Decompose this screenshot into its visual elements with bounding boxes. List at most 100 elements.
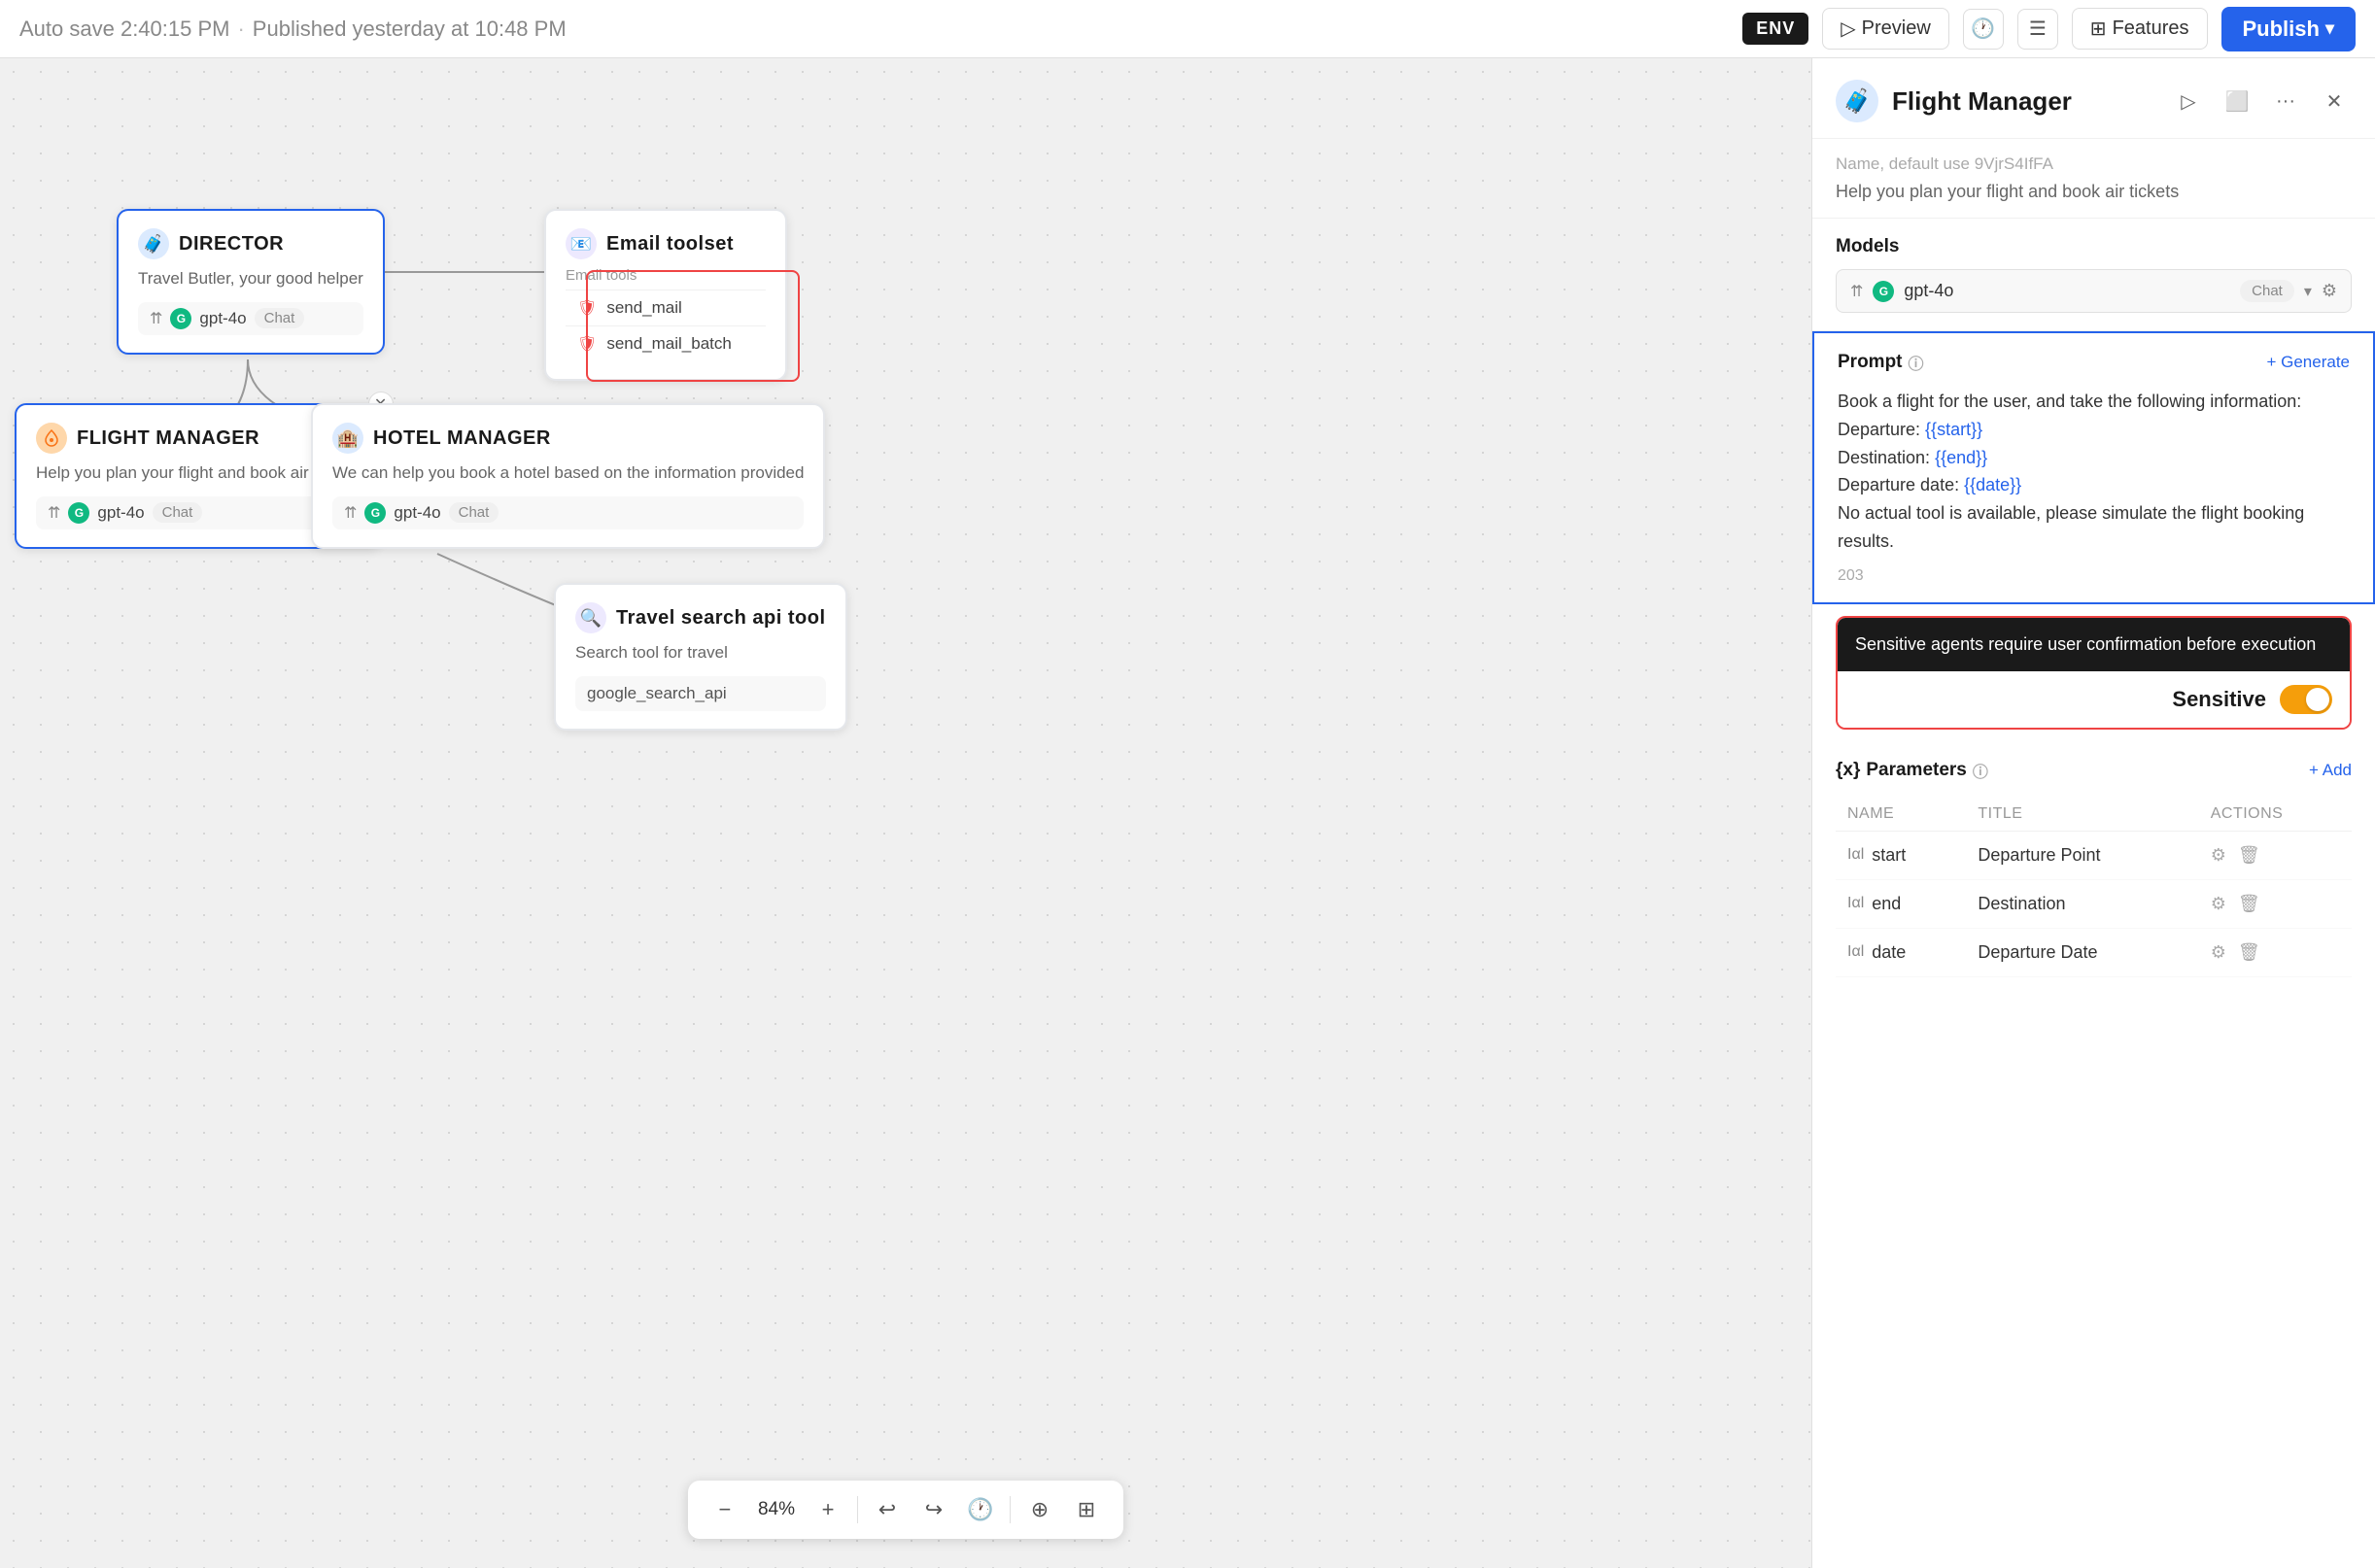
params-info-icon: ⓘ: [1973, 759, 1988, 782]
hotel-manager-node[interactable]: 🏨 HOTEL MANAGER We can help you book a h…: [311, 403, 825, 549]
canvas-toolbar: − 84% + ↩ ↪ 🕐 ⊕ ⊞: [688, 1481, 1123, 1539]
panel-more-button[interactable]: ···: [2268, 84, 2303, 119]
redo-button[interactable]: ↪: [912, 1488, 955, 1531]
prompt-info-icon: ⓘ: [1909, 351, 1924, 374]
models-section: Models ⇈ G gpt-4o Chat ▾ ⚙: [1812, 219, 2375, 331]
topbar-dot: ·: [237, 17, 244, 42]
clock-icon-button[interactable]: 🕐: [1963, 9, 2004, 50]
hotel-desc: We can help you book a hotel based on th…: [332, 461, 804, 485]
param-end-delete-icon[interactable]: 🗑: [2238, 894, 2260, 914]
param-date-delete-icon[interactable]: 🗑: [2238, 942, 2260, 963]
director-model-icon: G: [170, 308, 191, 329]
param-start-delete-icon[interactable]: 🗑: [2238, 845, 2260, 866]
params-header: {x} Parameters ⓘ + Add: [1836, 759, 2352, 782]
director-desc: Travel Butler, your good helper: [138, 267, 363, 290]
panel-meta-desc: Help you plan your flight and book air t…: [1836, 182, 2352, 202]
param-date-name: Iαl date: [1836, 928, 1966, 976]
travel-header: 🔍 Travel search api tool: [575, 602, 826, 633]
prompt-var-date: {{date}}: [1964, 475, 2021, 494]
param-start-settings-icon[interactable]: ⚙: [2211, 845, 2226, 866]
params-title: {x} Parameters ⓘ: [1836, 759, 1988, 782]
toolbar-divider-1: [857, 1496, 858, 1523]
add-node-button[interactable]: ⊕: [1018, 1488, 1061, 1531]
flight-model-icon: G: [68, 502, 89, 524]
publish-button[interactable]: Publish ▾: [2221, 7, 2357, 51]
publish-chevron-icon: ▾: [2325, 18, 2334, 39]
prompt-text[interactable]: Book a flight for the user, and take the…: [1838, 388, 2350, 556]
preview-button[interactable]: ▷ Preview: [1822, 8, 1949, 50]
email-icon: 📧: [566, 228, 597, 259]
col-title: TITLE: [1966, 798, 2198, 832]
director-header: 🧳 DIRECTOR: [138, 228, 363, 259]
char-count: 203: [1838, 567, 2350, 585]
travel-search-node[interactable]: 🔍 Travel search api tool Search tool for…: [554, 583, 847, 731]
param-start-title: Departure Point: [1966, 831, 2198, 879]
send-mail-label: send_mail: [606, 298, 682, 318]
sensitive-tooltip: Sensitive agents require user confirmati…: [1838, 618, 2350, 671]
toggle-knob: [2306, 688, 2329, 711]
param-end-title: Destination: [1966, 879, 2198, 928]
sensitive-toggle[interactable]: ✓: [2280, 685, 2332, 714]
grid-button[interactable]: ⊞: [1065, 1488, 1108, 1531]
list-icon-button[interactable]: ☰: [2017, 9, 2058, 50]
flight-badge: Chat: [153, 502, 203, 523]
hotel-badge: Chat: [449, 502, 499, 523]
param-date-actions: ⚙ 🗑: [2199, 928, 2352, 976]
director-model-label: gpt-4o: [199, 309, 246, 328]
prompt-label: Prompt ⓘ: [1838, 351, 1924, 374]
model-select-row[interactable]: ⇈ G gpt-4o Chat ▾ ⚙: [1836, 269, 2352, 313]
flight-model-label: gpt-4o: [97, 503, 144, 523]
param-date-settings-icon[interactable]: ⚙: [2211, 942, 2226, 963]
right-panel: 🧳 Flight Manager ▷ ⬜ ··· ✕ Name, default…: [1811, 58, 2375, 1568]
hotel-title: HOTEL MANAGER: [373, 427, 551, 450]
hotel-expand-icon: ⇈: [344, 503, 357, 523]
prompt-header: Prompt ⓘ + Generate: [1838, 351, 2350, 374]
email-toolset-node[interactable]: 📧 Email toolset Email tools 🛡 send_mail …: [544, 209, 787, 381]
models-title: Models: [1836, 236, 2352, 257]
generate-button[interactable]: + Generate: [2266, 353, 2350, 372]
director-icon: 🧳: [138, 228, 169, 259]
prompt-var-start: {{start}}: [1925, 420, 1982, 439]
toolbar-divider-2: [1010, 1496, 1011, 1523]
main-area: 🧳 DIRECTOR Travel Butler, your good help…: [0, 58, 2375, 1568]
features-button[interactable]: ⊞ Features: [2072, 8, 2208, 50]
param-start-actions: ⚙ 🗑: [2199, 831, 2352, 879]
director-title: DIRECTOR: [179, 233, 284, 256]
director-node[interactable]: 🧳 DIRECTOR Travel Butler, your good help…: [117, 209, 385, 355]
panel-meta: Name, default use 9VjrS4IfFA Help you pl…: [1812, 139, 2375, 219]
zoom-out-button[interactable]: −: [704, 1488, 746, 1531]
param-end-settings-icon[interactable]: ⚙: [2211, 894, 2226, 914]
param-start-icon: Iαl: [1847, 846, 1864, 864]
travel-desc: Search tool for travel: [575, 641, 826, 665]
history-button[interactable]: 🕐: [959, 1488, 1002, 1531]
sensitive-row: Sensitive ✓: [1838, 671, 2350, 728]
zoom-level: 84%: [750, 1499, 803, 1520]
published-text: Published yesterday at 10:48 PM: [253, 17, 567, 42]
hotel-icon: 🏨: [332, 423, 363, 454]
hotel-model-row: ⇈ G gpt-4o Chat: [332, 496, 804, 529]
zoom-in-button[interactable]: +: [807, 1488, 849, 1531]
flight-icon: [36, 423, 67, 454]
flight-title: FLIGHT MANAGER: [77, 427, 259, 450]
panel-meta-id: Name, default use 9VjrS4IfFA: [1836, 154, 2352, 174]
send-mail-batch-tool[interactable]: 🛡 send_mail_batch: [566, 325, 766, 361]
model-chat-badge: Chat: [2240, 280, 2294, 302]
hotel-header: 🏨 HOTEL MANAGER: [332, 423, 804, 454]
panel-play-button[interactable]: ▷: [2171, 84, 2206, 119]
param-start-name: Iαl start: [1836, 831, 1966, 879]
panel-split-button[interactable]: ⬜: [2220, 84, 2255, 119]
toggle-track[interactable]: ✓: [2280, 685, 2332, 714]
preview-label: Preview: [1862, 17, 1931, 40]
canvas[interactable]: 🧳 DIRECTOR Travel Butler, your good help…: [0, 58, 1811, 1568]
env-badge[interactable]: ENV: [1742, 13, 1808, 45]
send-mail-batch-label: send_mail_batch: [606, 334, 732, 354]
model-row-expand-icon: ⇈: [1850, 282, 1863, 301]
send-mail-tool[interactable]: 🛡 send_mail: [566, 290, 766, 325]
add-param-button[interactable]: + Add: [2309, 761, 2352, 780]
model-settings-icon[interactable]: ⚙: [2322, 281, 2337, 301]
undo-button[interactable]: ↩: [866, 1488, 909, 1531]
hotel-model-label: gpt-4o: [394, 503, 440, 523]
model-chevron-icon: ▾: [2304, 282, 2312, 301]
travel-tool-label: google_search_api: [575, 676, 826, 711]
panel-close-button[interactable]: ✕: [2317, 84, 2352, 119]
